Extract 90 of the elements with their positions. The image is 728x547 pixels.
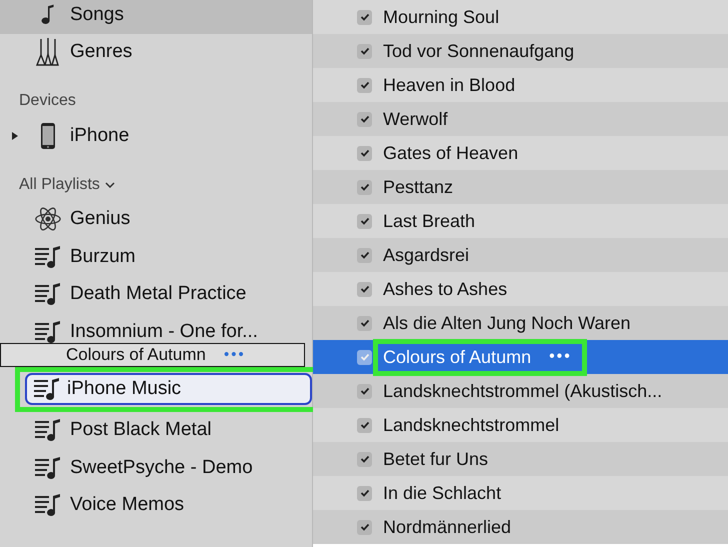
playlist-icon	[33, 318, 63, 345]
track-title: Betet fur Uns	[383, 448, 488, 470]
checkbox[interactable]	[357, 520, 372, 534]
checkbox[interactable]	[357, 316, 372, 330]
checkbox[interactable]	[357, 248, 372, 262]
checkmark-icon	[360, 488, 370, 498]
checkbox[interactable]	[357, 384, 372, 398]
track-title: In die Schlacht	[383, 482, 502, 504]
playlist-icon	[33, 454, 63, 481]
track-row[interactable]: Gates of Heaven	[313, 136, 728, 170]
checkmark-icon	[360, 46, 370, 56]
track-row[interactable]: Tod vor Sonnenaufgang	[313, 34, 728, 68]
checkbox[interactable]	[357, 180, 372, 194]
track-row[interactable]: Pesttanz	[313, 170, 728, 204]
playlist-icon	[33, 281, 63, 308]
playlist-icon	[33, 244, 63, 270]
track-title: Tod vor Sonnenaufgang	[383, 40, 574, 62]
track-row[interactable]: Mourning Soul	[313, 0, 728, 34]
track-row[interactable]: Als die Alten Jung Noch Waren	[313, 306, 728, 340]
track-title: Ashes to Ashes	[383, 278, 508, 300]
track-title: Asgardsrei	[383, 244, 470, 266]
checkmark-icon	[360, 284, 370, 294]
track-row[interactable]: Colours of Autumn •••	[313, 340, 728, 374]
sidebar-item[interactable]: Death Metal Practice	[0, 276, 312, 313]
checkmark-icon	[360, 182, 370, 192]
track-row[interactable]: Werwolf	[313, 102, 728, 136]
drop-target-item[interactable]: iPhone Music	[25, 372, 312, 404]
track-row[interactable]: Last Breath	[313, 204, 728, 238]
disclosure-triangle[interactable]	[11, 132, 19, 140]
track-row[interactable]: In die Schlacht	[313, 476, 728, 510]
checkmark-icon	[360, 216, 370, 226]
sidebar-item[interactable]: Post Black Metal	[0, 412, 312, 449]
checkbox[interactable]	[357, 78, 372, 92]
music-note-icon	[40, 2, 56, 27]
track-row[interactable]: Betet fur Uns	[313, 442, 728, 476]
playlist-icon	[32, 376, 62, 402]
track-title: Nordmännerlied	[383, 516, 512, 538]
checkmark-icon	[360, 12, 370, 22]
track-row[interactable]: Asgardsrei	[313, 238, 728, 272]
checkmark-icon	[360, 352, 370, 362]
checkmark-icon	[360, 250, 370, 260]
chevron-icon[interactable]	[104, 182, 115, 188]
checkbox[interactable]	[357, 452, 372, 466]
section-header[interactable]: All Playlists	[19, 176, 100, 194]
checkmark-icon	[360, 522, 370, 532]
checkmark-icon	[360, 80, 370, 90]
checkbox[interactable]	[357, 350, 372, 364]
sidebar-item[interactable]: Genius	[0, 200, 312, 238]
playlist-icon	[33, 492, 63, 518]
sidebar-item[interactable]: Voice Memos	[0, 486, 312, 524]
sidebar-item[interactable]: iPhone	[0, 117, 312, 154]
track-title: Werwolf	[383, 108, 448, 130]
checkmark-icon	[360, 148, 370, 158]
sidebar-item[interactable]: Songs	[0, 0, 312, 34]
checkbox[interactable]	[357, 146, 372, 160]
track-title: Last Breath	[383, 210, 476, 232]
checkbox[interactable]	[357, 486, 372, 500]
track-title: Heaven in Blood	[383, 74, 516, 96]
checkbox[interactable]	[357, 10, 372, 24]
more-button[interactable]: •••	[549, 348, 572, 366]
track-title: Colours of Autumn	[383, 346, 532, 368]
track-title: Landsknechtstrommel (Akustisch...	[383, 380, 662, 402]
checkbox[interactable]	[357, 112, 372, 126]
checkbox[interactable]	[357, 418, 372, 432]
track-title: Landsknechtstrommel	[383, 414, 560, 436]
track-title: Gates of Heaven	[383, 142, 518, 164]
track-row[interactable]: Nordmännerlied	[313, 510, 728, 544]
checkmark-icon	[360, 420, 370, 430]
checkmark-icon	[360, 318, 370, 328]
checkmark-icon	[360, 114, 370, 124]
track-row[interactable]: Heaven in Blood	[313, 68, 728, 102]
checkmark-icon	[360, 386, 370, 396]
track-title: Pesttanz	[383, 176, 454, 198]
sidebar-item[interactable]: SweetPsyche - Demo	[0, 449, 312, 486]
checkbox[interactable]	[357, 214, 372, 228]
checkbox[interactable]	[357, 44, 372, 58]
atom-icon	[34, 205, 62, 234]
phone-icon	[40, 122, 56, 150]
checkmark-icon	[360, 454, 370, 464]
track-title: Als die Alten Jung Noch Waren	[383, 312, 630, 334]
checkbox[interactable]	[357, 282, 372, 296]
sidebar-item[interactable]: Genres	[0, 34, 312, 71]
track-row[interactable]: Landsknechtstrommel	[313, 408, 728, 442]
track-row[interactable]: Ashes to Ashes	[313, 272, 728, 306]
playlist-icon	[33, 417, 63, 444]
section-header: Devices	[19, 92, 76, 110]
track-row[interactable]: Landsknechtstrommel (Akustisch...	[313, 374, 728, 408]
drag-preview: Colours of Autumn •••	[0, 342, 305, 366]
track-title: Mourning Soul	[383, 6, 500, 28]
sidebar-item[interactable]: Burzum	[0, 238, 312, 276]
